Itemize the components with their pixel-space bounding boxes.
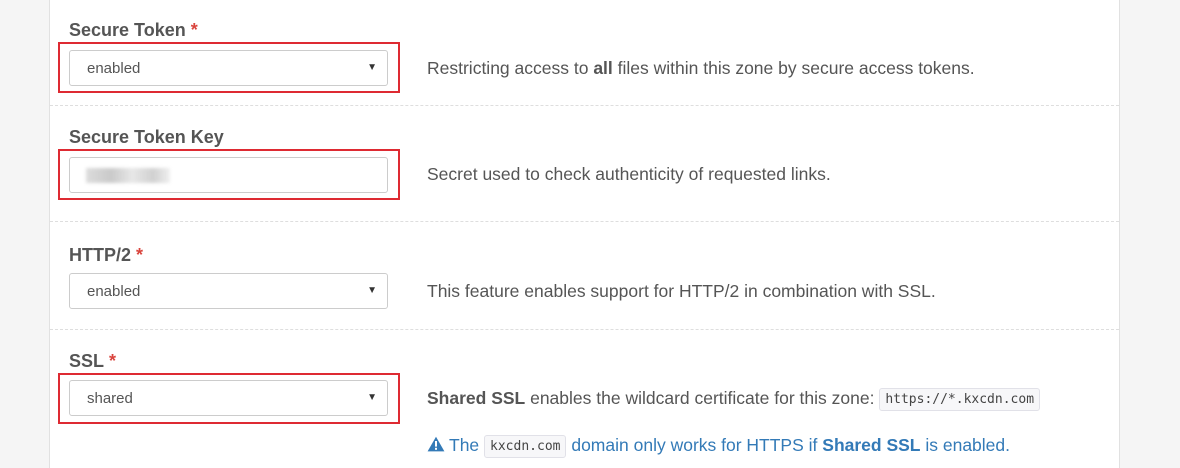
secure-token-key-description: Secret used to check authenticity of req… — [427, 164, 831, 184]
ssl-select-value: shared — [87, 390, 133, 407]
ssl-select[interactable]: shared ▼ — [69, 380, 388, 416]
row-divider — [50, 329, 1119, 330]
required-marker: * — [136, 245, 144, 265]
chevron-down-icon: ▼ — [367, 285, 377, 296]
row-divider — [50, 221, 1119, 222]
warning-triangle-icon — [427, 436, 445, 452]
secure-token-select[interactable]: enabled ▼ — [69, 50, 388, 86]
zone-settings-panel: Secure Token * enabled ▼ Restricting acce… — [49, 0, 1120, 468]
ssl-note-domain: kxcdn.com — [484, 435, 567, 458]
chevron-down-icon: ▼ — [367, 62, 377, 73]
ssl-description: Shared SSL enables the wildcard certific… — [427, 387, 1041, 411]
required-marker: * — [109, 351, 117, 371]
http2-label: HTTP/2 * — [69, 245, 144, 265]
row-divider — [50, 105, 1119, 106]
secure-token-description: Restricting access to all files within t… — [427, 58, 975, 78]
required-marker: * — [190, 20, 198, 40]
http2-description: This feature enables support for HTTP/2 … — [427, 281, 936, 301]
redacted-value — [86, 168, 170, 183]
secure-token-key-input[interactable] — [69, 157, 388, 193]
ssl-note: The kxcdn.com domain only works for HTTP… — [427, 434, 1010, 458]
chevron-down-icon: ▼ — [367, 392, 377, 403]
http2-select-value: enabled — [87, 283, 141, 300]
secure-token-label: Secure Token * — [69, 20, 198, 40]
ssl-wildcard-url: https://*.kxcdn.com — [879, 388, 1041, 411]
secure-token-key-label: Secure Token Key — [69, 127, 224, 147]
ssl-label: SSL * — [69, 351, 117, 371]
secure-token-select-value: enabled — [87, 60, 141, 77]
http2-select[interactable]: enabled ▼ — [69, 273, 388, 309]
